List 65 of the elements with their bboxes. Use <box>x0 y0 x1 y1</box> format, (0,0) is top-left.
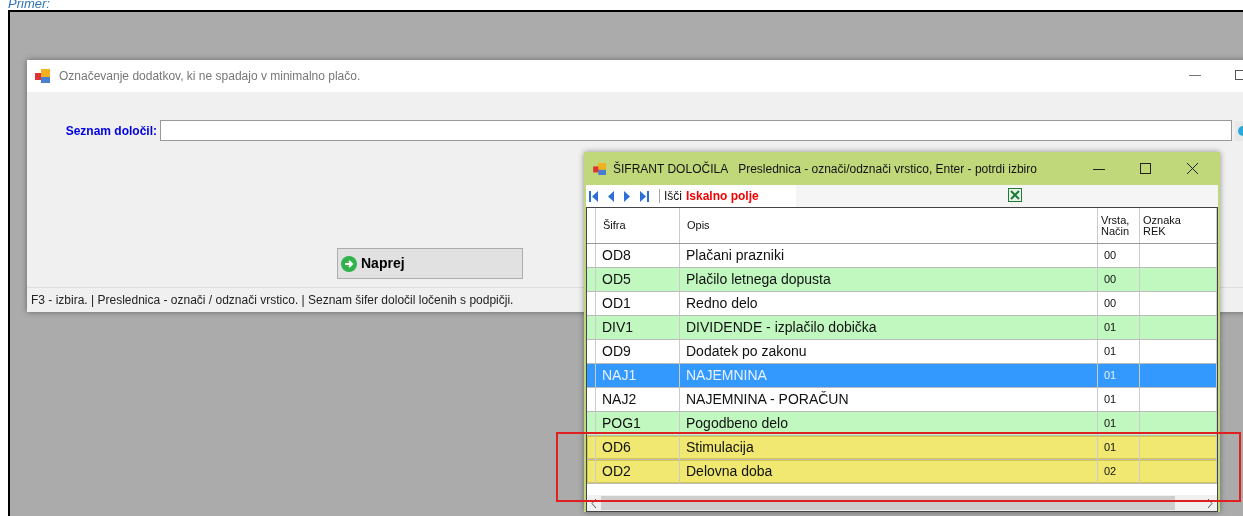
table-cell: NAJEMNINA - PORAČUN <box>680 388 1098 411</box>
table-cell: Dodatek po zakonu <box>680 340 1098 363</box>
maximize-icon[interactable] <box>1140 163 1151 174</box>
dialog-title: ŠIFRANT DOLOČILA Preslednica - označi/odznači vrstico, Enter - potrdi izbiro <box>613 160 1037 178</box>
table-cell: 01 <box>1098 364 1140 387</box>
table-cell: Pogodbeno delo <box>680 412 1098 435</box>
table-cell: OD1 <box>596 292 680 315</box>
table-cell: OD6 <box>596 436 680 459</box>
first-record-icon[interactable] <box>589 190 598 202</box>
table-cell: Plačani prazniki <box>680 244 1098 267</box>
table-cell: NAJEMNINA <box>680 364 1098 387</box>
table-cell: Stimulacija <box>680 436 1098 459</box>
table-row[interactable]: POG1 Pogodbeno delo 01 <box>587 412 1217 436</box>
table-cell: 01 <box>1098 388 1140 411</box>
table-row[interactable]: OD2 Delovna doba 02 <box>587 460 1217 484</box>
last-record-icon[interactable] <box>640 190 649 202</box>
spreadsheet-icon[interactable] <box>1008 188 1022 202</box>
table-cell: 00 <box>1098 292 1140 315</box>
app-icon <box>593 162 607 175</box>
table-cell: OD8 <box>596 244 680 267</box>
table-cell: OD9 <box>596 340 680 363</box>
column-header[interactable]: Opis <box>683 220 710 231</box>
next-button[interactable]: Naprej <box>337 248 523 279</box>
table-row[interactable]: OD9 Dodatek po zakonu 01 <box>587 340 1217 364</box>
table-cell: 02 <box>1098 460 1140 483</box>
table-row[interactable]: NAJ2 NAJEMNINA - PORAČUN 01 <box>587 388 1217 412</box>
table-cell: Plačilo letnega dopusta <box>680 268 1098 291</box>
table-cell: 01 <box>1098 436 1140 459</box>
search-field[interactable]: Iskalno polje <box>686 187 759 205</box>
table-cell: Delovna doba <box>680 460 1098 483</box>
table-cell: POG1 <box>596 412 680 435</box>
table-cell: 00 <box>1098 244 1140 267</box>
table-cell: 01 <box>1098 340 1140 363</box>
table-cell: Redno delo <box>680 292 1098 315</box>
minimize-icon[interactable] <box>1093 169 1105 171</box>
app-icon <box>35 69 51 83</box>
minimize-icon[interactable] <box>1189 75 1201 77</box>
previous-record-icon[interactable] <box>608 190 614 202</box>
table-cell: DIV1 <box>596 316 680 339</box>
table-row[interactable]: OD1 Redno delo 00 <box>587 292 1217 316</box>
table-cell: OD2 <box>596 460 680 483</box>
search-label: Išči <box>664 188 682 205</box>
close-icon[interactable] <box>1187 163 1198 174</box>
column-header[interactable]: Oznaka REK <box>1143 214 1179 237</box>
table-row[interactable]: OD5 Plačilo letnega dopusta 00 <box>587 268 1217 292</box>
table-cell: NAJ1 <box>596 364 680 387</box>
table-cell: 01 <box>1098 316 1140 339</box>
table-cell: 01 <box>1098 412 1140 435</box>
scroll-right-icon[interactable] <box>1207 498 1213 508</box>
table-row[interactable]: OD8 Plačani prazniki 00 <box>587 244 1217 268</box>
column-header[interactable]: Šifra <box>599 220 626 231</box>
table-cell: NAJ2 <box>596 388 680 411</box>
input-field[interactable] <box>160 120 1232 141</box>
field-label: Seznam določil: <box>64 122 157 140</box>
table-row[interactable]: DIV1 DIVIDENDE - izplačilo dobička 01 <box>587 316 1217 340</box>
table-row[interactable]: OD6 Stimulacija 01 <box>587 436 1217 460</box>
status-text: F3 - izbira. | Preslednica - označi / odznači vrstico. | Seznam šifer določil ločenih s podpičji. <box>31 292 514 309</box>
table-cell: OD5 <box>596 268 680 291</box>
table-cell: 00 <box>1098 268 1140 291</box>
scroll-left-icon[interactable] <box>591 498 597 508</box>
table-cell: DIVIDENDE - izplačilo dobička <box>680 316 1098 339</box>
column-header[interactable]: Vrsta, Način <box>1101 214 1136 237</box>
window-title: Označevanje dodatkov, ki ne spadajo v minimalno plačo. <box>59 68 361 85</box>
maximize-icon[interactable] <box>1235 70 1243 80</box>
next-record-icon[interactable] <box>624 190 630 202</box>
